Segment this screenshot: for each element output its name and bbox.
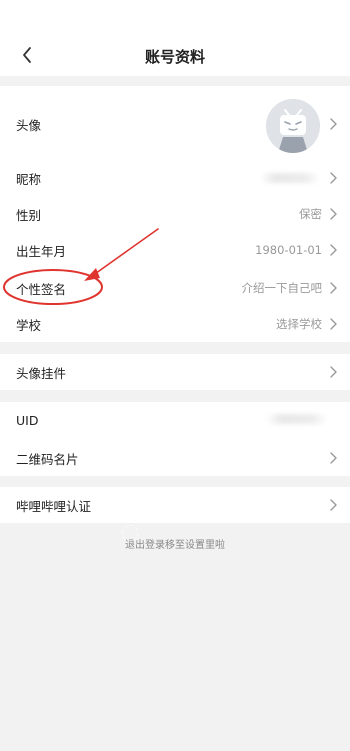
uid-row: UID — [0, 402, 350, 438]
pendant-section: 头像挂件 — [0, 354, 350, 390]
nickname-blur — [260, 173, 320, 183]
uid-blur — [266, 414, 328, 424]
avatar-label: 头像 — [16, 117, 42, 133]
school-value: 选择学校 — [276, 317, 322, 331]
logout-moved-note: 退出登录移至设置里啦 — [125, 540, 225, 551]
uid-label: UID — [16, 412, 39, 428]
chevron-right-icon — [330, 282, 337, 294]
avatar-pendant-label: 头像挂件 — [16, 365, 67, 381]
signature-value: 介绍一下自己吧 — [241, 281, 323, 295]
school-row[interactable]: 学校 选择学校 — [0, 306, 350, 342]
school-label: 学校 — [16, 317, 42, 333]
birthday-value: 1980-01-01 — [255, 243, 322, 257]
chevron-right-icon — [330, 366, 337, 378]
birthday-label: 出生年月 — [16, 243, 67, 259]
certification-row[interactable]: 哔哩哔哩认证 — [0, 487, 350, 523]
chevron-right-icon — [330, 172, 337, 184]
account-section: UID 二维码名片 — [0, 402, 350, 476]
certification-section: 哔哩哔哩认证 — [0, 487, 350, 523]
certification-label: 哔哩哔哩认证 — [16, 498, 92, 514]
avatar-pendant-row[interactable]: 头像挂件 — [0, 354, 350, 390]
chevron-right-icon — [330, 118, 337, 130]
chevron-right-icon — [330, 452, 337, 464]
avatar[interactable] — [266, 99, 320, 153]
nickname-row[interactable]: 昵称 — [0, 160, 350, 196]
qrcode-card-label: 二维码名片 — [16, 451, 79, 467]
chevron-right-icon — [330, 318, 337, 330]
chevron-right-icon — [330, 499, 337, 511]
gender-row[interactable]: 性别 保密 — [0, 196, 350, 232]
signature-row[interactable]: 个性签名 介绍一下自己吧 — [0, 270, 350, 306]
birthday-row[interactable]: 出生年月 1980-01-01 — [0, 232, 350, 268]
chevron-right-icon — [330, 244, 337, 256]
bilibili-tv-avatar-icon — [266, 99, 320, 153]
chevron-right-icon — [330, 208, 337, 220]
page-title: 账号资料 — [144, 48, 205, 66]
avatar-row[interactable]: 头像 — [0, 86, 350, 162]
signature-label: 个性签名 — [16, 281, 67, 297]
top-bar: 账号资料 — [0, 0, 350, 76]
qrcode-card-row[interactable]: 二维码名片 — [0, 440, 350, 476]
gender-label: 性别 — [16, 207, 42, 223]
profile-section: 头像 昵称 性别 保密 出生年月 1980-01-01 个性签名 介绍一下自己吧… — [0, 86, 350, 342]
gender-value: 保密 — [299, 207, 322, 221]
nickname-label: 昵称 — [16, 171, 42, 187]
